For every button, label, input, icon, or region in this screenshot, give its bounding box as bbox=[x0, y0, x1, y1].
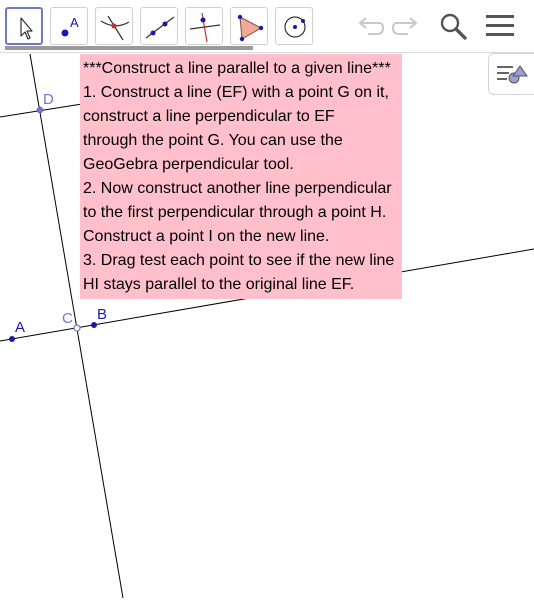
perpendicular-tool-button[interactable] bbox=[185, 7, 223, 45]
point-tool-button[interactable]: A bbox=[50, 7, 88, 45]
main-menu-button[interactable] bbox=[482, 8, 518, 44]
cursor-arrow-icon bbox=[20, 17, 33, 40]
menu-icon bbox=[486, 15, 514, 36]
point-c[interactable] bbox=[73, 324, 81, 332]
toolbar-scroll-indicator bbox=[5, 46, 253, 50]
instructions-line: 2. Now construct another line perpendicu… bbox=[83, 180, 392, 197]
instructions-title: ***Construct a line parallel to a given … bbox=[83, 60, 391, 77]
point-icon: A bbox=[61, 15, 79, 37]
instructions-line: Construct a point I on the new line. bbox=[83, 228, 330, 245]
polygon-icon bbox=[237, 14, 264, 42]
point-a[interactable] bbox=[9, 336, 15, 342]
undo-button[interactable] bbox=[352, 8, 388, 44]
svg-text:A: A bbox=[70, 15, 79, 30]
style-bar-toggle[interactable] bbox=[488, 53, 534, 95]
line-tool-button[interactable] bbox=[140, 7, 178, 45]
instructions-line: construct a line perpendicular to EF bbox=[83, 108, 335, 125]
circle-icon bbox=[284, 16, 306, 38]
search-button[interactable] bbox=[435, 8, 471, 44]
instructions-line: 1. Construct a line (EF) with a point G … bbox=[83, 84, 389, 101]
perpendicular-line-icon bbox=[189, 12, 221, 43]
search-icon bbox=[440, 13, 467, 40]
redo-icon bbox=[391, 17, 418, 35]
intersect-tool-button[interactable] bbox=[95, 7, 133, 45]
instructions-textbox[interactable]: ***Construct a line parallel to a given … bbox=[80, 54, 402, 299]
instructions-line: through the point G. You can use the bbox=[83, 132, 343, 149]
undo-icon bbox=[358, 17, 385, 35]
point-c-label: C bbox=[62, 310, 73, 327]
instructions-line: to the first perpendicular through a poi… bbox=[83, 204, 387, 221]
instructions-line: HI stays parallel to the original line E… bbox=[83, 276, 355, 293]
intersect-icon bbox=[100, 15, 130, 41]
style-bar-icon bbox=[497, 65, 528, 84]
point-b-label: B bbox=[97, 306, 107, 323]
line-icon bbox=[145, 16, 175, 39]
point-d-label: D bbox=[43, 91, 54, 108]
point-a-label: A bbox=[15, 319, 25, 336]
toolbar: A bbox=[0, 0, 534, 53]
instructions-line: GeoGebra perpendicular tool. bbox=[83, 156, 294, 173]
redo-button[interactable] bbox=[388, 8, 424, 44]
instructions-line: 3. Drag test each point to see if the ne… bbox=[83, 252, 395, 269]
circle-tool-button[interactable] bbox=[275, 7, 313, 45]
move-tool-button[interactable] bbox=[5, 7, 43, 45]
polygon-tool-button[interactable] bbox=[230, 7, 268, 45]
